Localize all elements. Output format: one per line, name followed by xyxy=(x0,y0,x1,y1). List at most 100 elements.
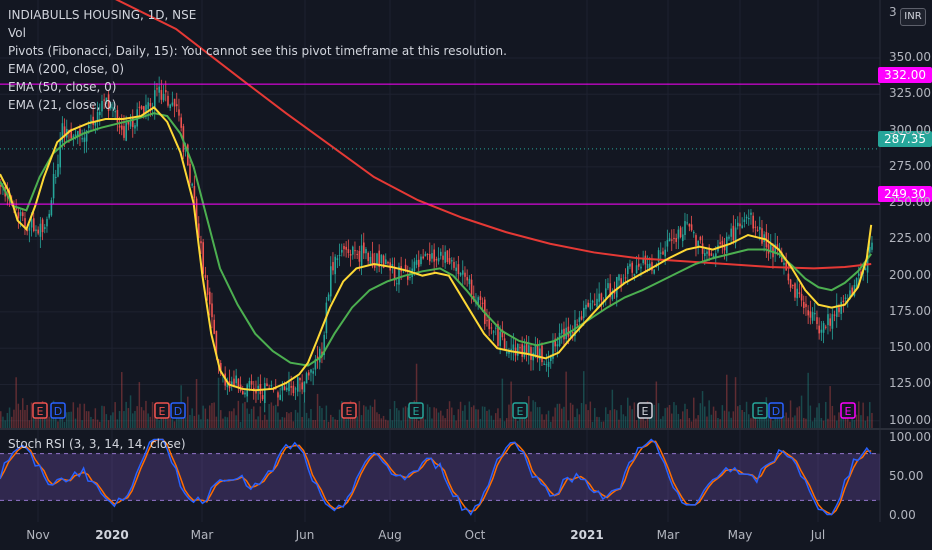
volume-bar xyxy=(453,415,455,428)
candle-body xyxy=(684,221,686,236)
volume-bar xyxy=(279,419,281,428)
volume-bar xyxy=(6,412,9,428)
volume-bar xyxy=(228,411,231,428)
candle-body xyxy=(616,276,618,298)
event-marker-label: E xyxy=(642,405,649,418)
volume-bar xyxy=(805,418,807,428)
candle-body xyxy=(646,263,649,269)
volume-bar xyxy=(580,402,583,428)
candle-body xyxy=(88,125,90,129)
candle-body xyxy=(237,378,240,388)
volume-bar xyxy=(704,406,706,428)
volume-bar xyxy=(365,406,367,428)
candle-body xyxy=(644,255,647,265)
candle-body xyxy=(510,348,512,350)
candle-body xyxy=(752,215,754,229)
candle-body xyxy=(831,314,834,329)
event-marker-label: E xyxy=(845,405,852,418)
volume-bar xyxy=(338,409,341,428)
volume-bar xyxy=(57,421,59,428)
volume-bar xyxy=(422,417,424,428)
candle-body xyxy=(39,223,42,237)
volume-bar xyxy=(242,403,244,428)
volume-bar xyxy=(488,409,490,428)
candle-body xyxy=(688,223,691,227)
volume-bar xyxy=(121,372,123,428)
volume-bar xyxy=(778,419,781,428)
volume-bar xyxy=(827,418,829,428)
volume-bar xyxy=(849,421,851,428)
candle-body xyxy=(459,272,462,276)
volume-bar xyxy=(547,410,550,428)
price-tick-label: 350.00 xyxy=(889,50,931,65)
candle-body xyxy=(506,352,508,354)
candle-body xyxy=(730,228,732,237)
candle-body xyxy=(83,137,86,143)
candle-body xyxy=(699,236,702,241)
volume-bar xyxy=(600,421,603,428)
price-tick-label: 125.00 xyxy=(889,376,931,391)
volume-bar xyxy=(616,410,618,428)
candle-body xyxy=(206,280,209,295)
volume-bar xyxy=(22,398,24,428)
candle-body xyxy=(55,176,57,178)
volume-bar xyxy=(563,406,565,428)
volume-bar xyxy=(116,419,119,428)
candle-body xyxy=(759,226,761,230)
candle-body xyxy=(444,251,446,263)
volume-bar xyxy=(248,413,251,428)
candle-body xyxy=(19,212,22,216)
price-tick-label: 175.00 xyxy=(889,303,931,318)
chart-legend: INDIABULLS HOUSING, 1D, NSE Vol Pivots (… xyxy=(8,6,507,114)
volume-bar xyxy=(701,391,704,428)
candle-body xyxy=(341,249,343,253)
volume-bar xyxy=(59,417,61,428)
volume-bar xyxy=(17,403,20,428)
volume-bar xyxy=(772,420,774,428)
candle-body xyxy=(15,208,17,210)
candle-body xyxy=(855,278,858,288)
candle-body xyxy=(807,310,809,316)
candle-body xyxy=(710,253,713,256)
volume-bar xyxy=(688,418,691,428)
candle-body xyxy=(811,312,814,321)
volume-bar xyxy=(695,418,697,428)
candle-body xyxy=(22,212,24,217)
candle-body xyxy=(745,216,748,219)
volume-bar xyxy=(209,405,211,428)
volume-bar xyxy=(479,418,482,428)
volume-bar xyxy=(660,418,662,428)
volume-bar xyxy=(323,419,325,428)
candle-body xyxy=(767,244,770,254)
stoch-tick-label: 100.00 xyxy=(889,430,931,444)
candle-body xyxy=(594,303,596,305)
volume-bar xyxy=(783,415,785,428)
volume-bar xyxy=(418,420,420,428)
volume-bar xyxy=(684,403,686,428)
volume-bar xyxy=(569,402,572,428)
time-tick-label: Jun xyxy=(295,528,315,542)
volume-bar xyxy=(85,411,88,428)
candle-body xyxy=(422,256,424,259)
candle-body xyxy=(431,253,433,259)
volume-bar xyxy=(499,418,501,428)
volume-bar xyxy=(818,403,820,428)
volume-bar xyxy=(437,412,440,428)
volume-bar xyxy=(140,407,143,428)
candle-body xyxy=(308,372,310,376)
candle-body xyxy=(202,242,204,274)
volume-bar xyxy=(748,414,750,428)
volume-bar xyxy=(259,406,262,428)
candle-body xyxy=(517,343,519,356)
volume-bar xyxy=(719,419,721,428)
candle-body xyxy=(235,375,237,384)
candle-body xyxy=(466,277,468,281)
volume-bar xyxy=(585,404,587,428)
candle-body xyxy=(556,344,559,347)
price-tick-label: 150.00 xyxy=(889,340,931,355)
volume-bar xyxy=(534,401,537,428)
candle-body xyxy=(446,250,449,262)
candle-body xyxy=(338,254,341,256)
currency-button[interactable]: INR xyxy=(900,8,926,26)
candle-body xyxy=(814,313,816,315)
